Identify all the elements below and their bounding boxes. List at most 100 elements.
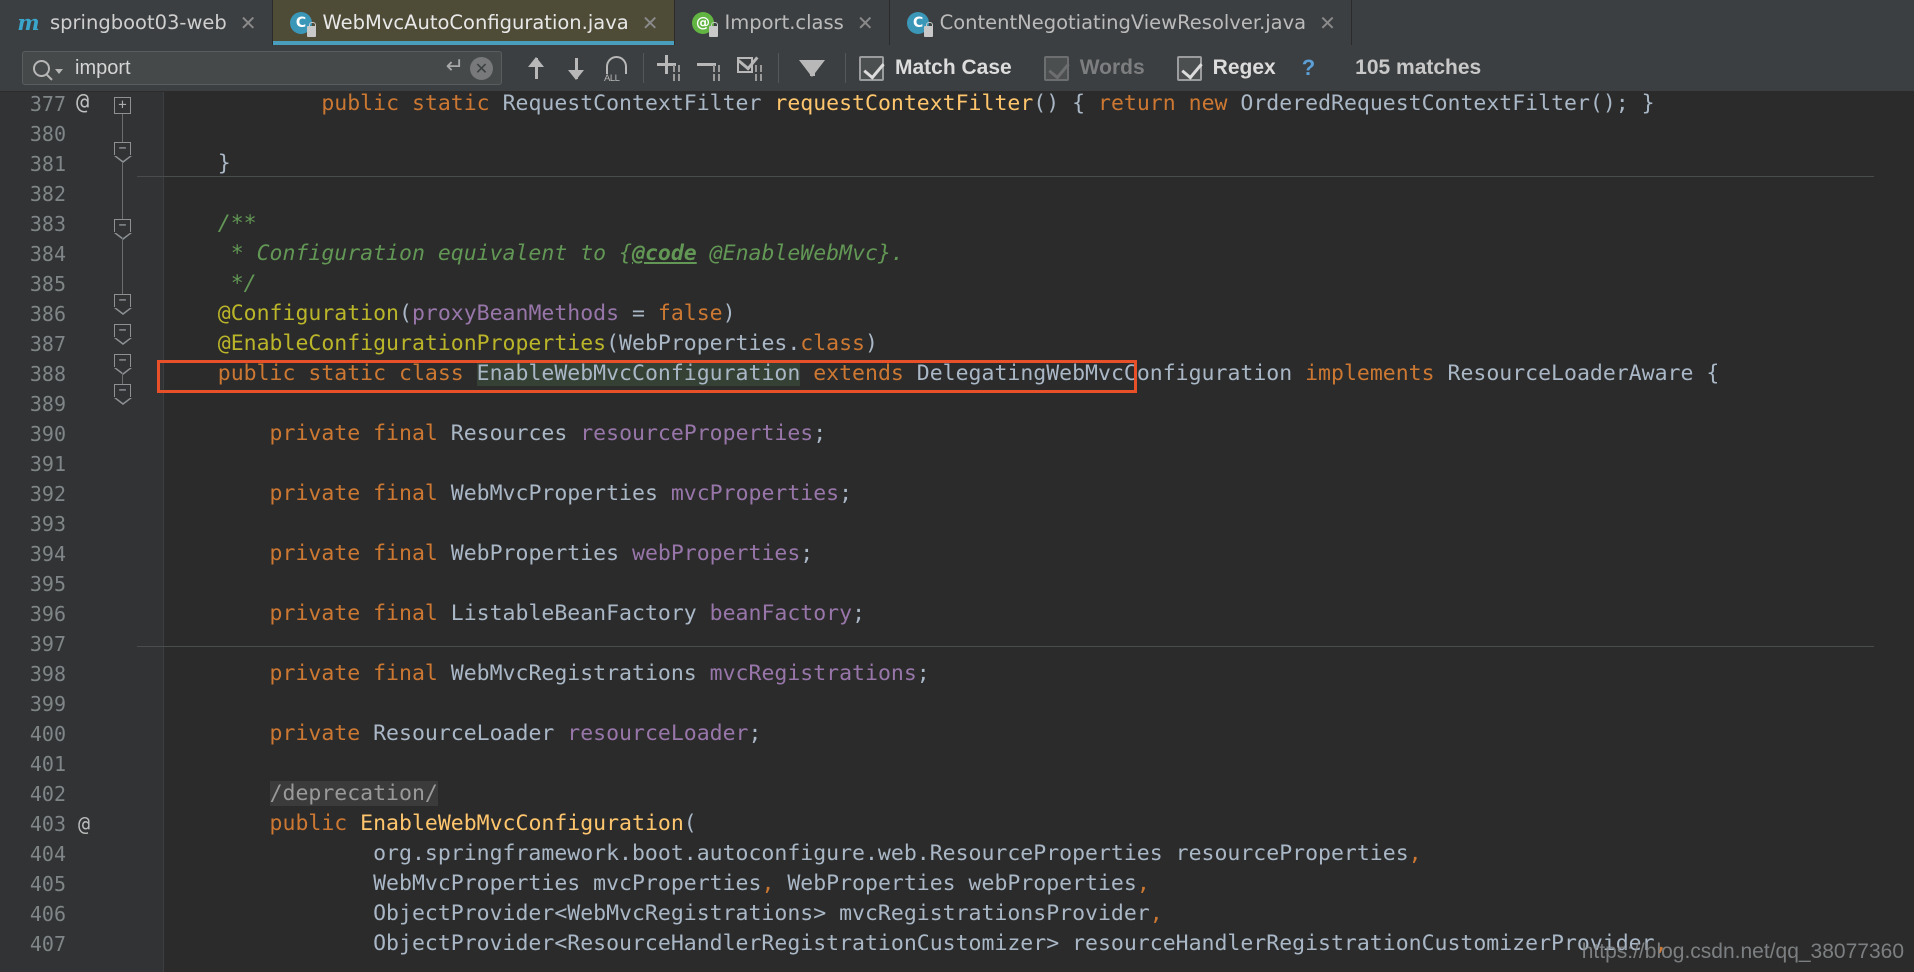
code-line[interactable]: 389 bbox=[0, 389, 1914, 419]
code-line[interactable]: 404 org.springframework.boot.autoconfigu… bbox=[0, 839, 1914, 869]
line-number: 399 bbox=[29, 692, 66, 716]
code-line[interactable]: 387 @EnableConfigurationProperties(WebPr… bbox=[0, 329, 1914, 359]
code-line[interactable]: 384 * Configuration equivalent to {@code… bbox=[0, 239, 1914, 269]
line-number: 405 bbox=[29, 872, 66, 896]
code-text: public static RequestContextFilter reque… bbox=[321, 92, 1655, 116]
line-number: 391 bbox=[29, 452, 66, 476]
editor-tab-label: springboot03-web bbox=[50, 11, 227, 34]
clear-icon[interactable]: ✕ bbox=[470, 56, 493, 80]
code-text: public static class EnableWebMvcConfigur… bbox=[166, 361, 1720, 386]
code-text: WebMvcProperties mvcProperties, WebPrope… bbox=[166, 871, 1150, 896]
find-options: Match Case Words Regex bbox=[859, 55, 1298, 81]
code-line[interactable]: 385 */ bbox=[0, 269, 1914, 299]
code-line[interactable]: 395 bbox=[0, 569, 1914, 599]
search-history-chevron-down-icon[interactable] bbox=[55, 69, 63, 74]
checkbox-icon[interactable] bbox=[859, 55, 884, 81]
line-number: 401 bbox=[29, 752, 66, 776]
code-text: private final WebProperties webPropertie… bbox=[166, 541, 814, 566]
code-text: /** bbox=[166, 211, 257, 236]
line-number: 387 bbox=[29, 332, 66, 356]
code-line[interactable]: 398 private final WebMvcRegistrations mv… bbox=[0, 659, 1914, 689]
code-line[interactable]: 399 bbox=[0, 689, 1914, 719]
filter-button[interactable] bbox=[786, 49, 838, 87]
add-selection-icon bbox=[656, 54, 686, 82]
editor-tab-1[interactable]: C WebMvcAutoConfiguration.java ✕ bbox=[272, 0, 675, 45]
code-text: /deprecation/ bbox=[269, 781, 438, 806]
code-text: private final Resources resourceProperti… bbox=[166, 421, 827, 446]
line-number: 377 bbox=[29, 92, 66, 116]
editor-tab-0[interactable]: m springboot03-web ✕ bbox=[0, 0, 273, 45]
line-number: 380 bbox=[29, 122, 66, 146]
code-line[interactable]: 396 private final ListableBeanFactory be… bbox=[0, 599, 1914, 629]
code-line[interactable]: 401 bbox=[0, 749, 1914, 779]
line-number: 406 bbox=[29, 902, 66, 926]
line-number: 389 bbox=[29, 392, 66, 416]
editor-tab-label: Import.class bbox=[724, 11, 844, 34]
code-text: @EnableConfigurationProperties(WebProper… bbox=[166, 331, 878, 356]
checkbox-icon[interactable] bbox=[1176, 55, 1202, 81]
close-icon[interactable]: ✕ bbox=[1319, 13, 1336, 33]
search-input-value[interactable]: import bbox=[69, 57, 440, 80]
line-number: 395 bbox=[29, 572, 66, 596]
remove-line-from-selection-button[interactable] bbox=[691, 49, 731, 87]
watermark-text: https://blog.csdn.net/qq_38077360 bbox=[1581, 940, 1904, 963]
code-text: org.springframework.boot.autoconfigure.w… bbox=[166, 841, 1422, 866]
gutter-annotation-marker[interactable]: @ bbox=[78, 809, 90, 839]
find-previous-button[interactable] bbox=[516, 49, 556, 87]
code-line[interactable]: 381 } bbox=[0, 149, 1914, 179]
remove-selection-icon bbox=[696, 54, 726, 82]
code-line[interactable]: 391 bbox=[0, 449, 1914, 479]
line-number: 397 bbox=[29, 632, 66, 656]
close-icon[interactable]: ✕ bbox=[642, 13, 659, 33]
line-number: 392 bbox=[29, 482, 66, 506]
code-text: * Configuration equivalent to {@code @En… bbox=[166, 241, 904, 266]
close-icon[interactable]: ✕ bbox=[857, 13, 874, 33]
code-editor[interactable]: + − − − − − − 377 public static RequestContext… bbox=[0, 92, 1914, 972]
add-line-to-selection-button[interactable] bbox=[651, 49, 691, 87]
maven-module-icon: m bbox=[17, 10, 40, 35]
line-number: 383 bbox=[29, 212, 66, 236]
editor-tab-3[interactable]: C ContentNegotiatingViewResolver.java ✕ bbox=[889, 0, 1352, 45]
select-all-lines-button[interactable] bbox=[731, 49, 771, 87]
editor-tab-2[interactable]: @ Import.class ✕ bbox=[674, 0, 890, 45]
enter-icon[interactable]: ↵ bbox=[446, 54, 464, 82]
find-option-label: Words bbox=[1079, 56, 1145, 79]
line-number: 394 bbox=[29, 542, 66, 566]
checkbox-icon[interactable] bbox=[1043, 55, 1069, 81]
search-input[interactable]: import ↵ ✕ bbox=[22, 51, 502, 85]
help-icon[interactable]: ? bbox=[1302, 55, 1315, 81]
code-line[interactable]: 380 bbox=[0, 119, 1914, 149]
code-line[interactable]: 383 /** bbox=[0, 209, 1914, 239]
code-text: private final ListableBeanFactory beanFa… bbox=[166, 601, 866, 626]
code-line[interactable]: 390 private final Resources resourceProp… bbox=[0, 419, 1914, 449]
find-next-button[interactable] bbox=[556, 49, 596, 87]
find-option-label: Match Case bbox=[895, 56, 1012, 79]
code-line[interactable]: 403 @ public EnableWebMvcConfiguration( bbox=[0, 809, 1914, 839]
line-number: 396 bbox=[29, 602, 66, 626]
code-line[interactable]: 382 bbox=[0, 179, 1914, 209]
select-all-occurrences-button[interactable]: ALL bbox=[596, 49, 636, 87]
code-text: private final WebMvcProperties mvcProper… bbox=[166, 481, 853, 506]
code-line[interactable]: 406 ObjectProvider<WebMvcRegistrations> … bbox=[0, 899, 1914, 929]
gutter-annotation-marker-top[interactable]: @ bbox=[76, 92, 89, 115]
toolbar-divider-3 bbox=[845, 53, 846, 83]
code-line[interactable]: 392 private final WebMvcProperties mvcPr… bbox=[0, 479, 1914, 509]
code-line[interactable]: 400 private ResourceLoader resourceLoade… bbox=[0, 719, 1914, 749]
code-line[interactable]: 377 public static RequestContextFilter r… bbox=[0, 92, 1914, 119]
code-line[interactable]: 397 bbox=[0, 629, 1914, 659]
code-line[interactable]: 394 private final WebProperties webPrope… bbox=[0, 539, 1914, 569]
line-number: 388 bbox=[29, 362, 66, 386]
code-line[interactable]: 393 bbox=[0, 509, 1914, 539]
code-line[interactable]: 386 @Configuration(proxyBeanMethods = fa… bbox=[0, 299, 1914, 329]
find-option-2[interactable]: Regex bbox=[1176, 55, 1298, 81]
find-option-0[interactable]: Match Case bbox=[859, 55, 1034, 81]
find-option-1[interactable]: Words bbox=[1043, 55, 1167, 81]
select-all-lines-icon bbox=[736, 49, 766, 82]
code-text: private ResourceLoader resourceLoader; bbox=[166, 721, 762, 746]
code-line[interactable]: 388 public static class EnableWebMvcConf… bbox=[0, 359, 1914, 389]
close-icon[interactable]: ✕ bbox=[240, 13, 257, 33]
editor-tab-bar: m springboot03-web ✕ C WebMvcAutoConfigurati… bbox=[0, 0, 1914, 45]
code-line[interactable]: 405 WebMvcProperties mvcProperties, WebP… bbox=[0, 869, 1914, 899]
code-line[interactable]: 402 /deprecation/ bbox=[0, 779, 1914, 809]
java-annotation-icon: @ bbox=[691, 10, 718, 37]
